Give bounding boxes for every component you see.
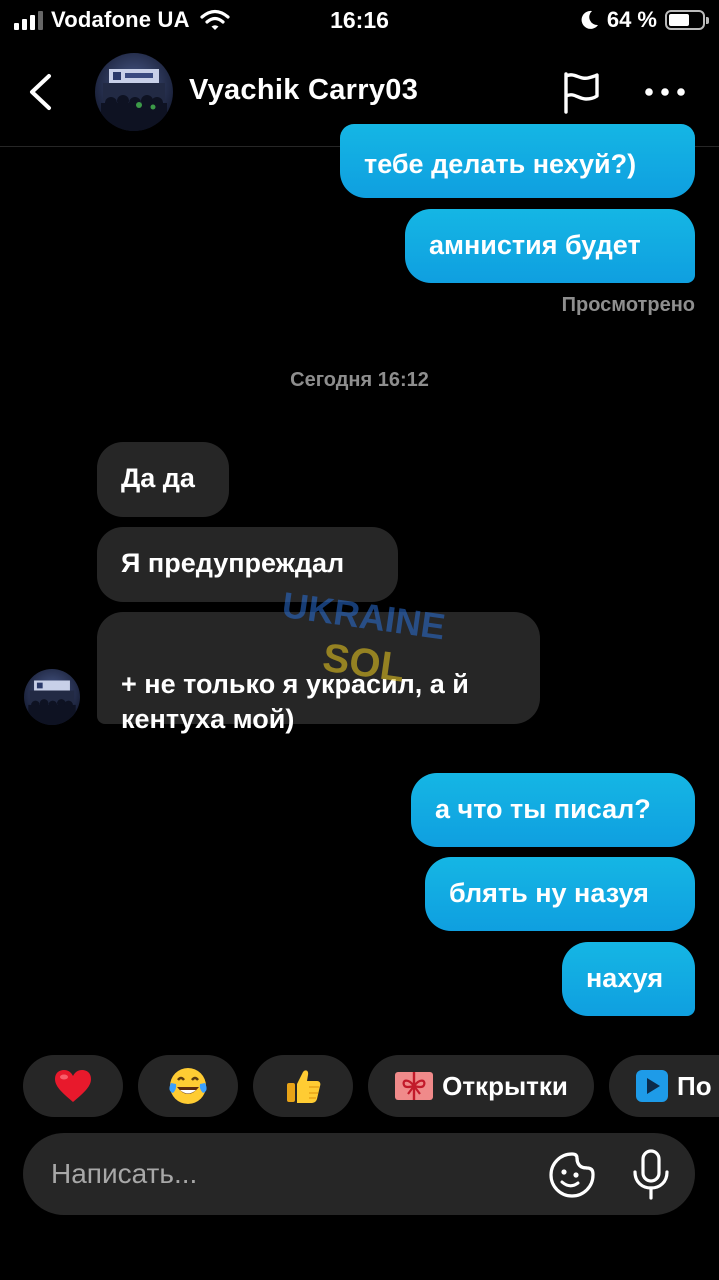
sender-avatar[interactable] <box>24 669 80 725</box>
message-bubble-incoming[interactable]: Да да <box>97 442 229 517</box>
back-chevron-icon[interactable] <box>22 70 62 114</box>
quick-reply-label: Открытки <box>442 1070 568 1101</box>
quick-reply-more[interactable]: По <box>609 1055 719 1117</box>
message-bubble-outgoing[interactable]: блять ну назуя <box>425 857 695 931</box>
play-icon <box>636 1070 668 1102</box>
contact-avatar[interactable] <box>95 53 173 131</box>
message-text: амнистия будет <box>429 230 641 260</box>
message-text: нахуя <box>586 963 664 993</box>
message-text: блять ну назуя <box>449 878 649 908</box>
message-text: тебе делать нехуй?) <box>364 149 637 179</box>
microphone-icon[interactable] <box>626 1148 676 1202</box>
message-text: Да да <box>121 463 195 493</box>
message-composer <box>23 1133 695 1215</box>
gift-card-icon <box>395 1072 434 1100</box>
quick-reply-laugh[interactable] <box>138 1055 238 1117</box>
quick-reply-heart[interactable] <box>23 1055 123 1117</box>
quick-reply-cards[interactable]: Открытки <box>368 1055 594 1117</box>
message-text: а что ты писал? <box>435 794 651 824</box>
message-bubble-outgoing[interactable]: а что ты писал? <box>411 773 695 847</box>
flag-icon[interactable] <box>558 70 604 116</box>
message-text: Я предупреждал <box>121 548 345 578</box>
more-dots-icon[interactable] <box>642 76 688 108</box>
status-right: 64 % <box>579 7 709 33</box>
battery-percent: 64 % <box>606 7 657 32</box>
message-bubble-incoming[interactable]: Я предупреждал <box>97 527 398 602</box>
date-separator: Сегодня 16:12 <box>290 369 429 391</box>
message-bubble-outgoing[interactable]: тебе делать нехуй?) <box>340 124 695 198</box>
message-text: + не только я украсил, а й кентуха мой) <box>121 669 469 734</box>
quick-reply-label: По <box>677 1070 712 1101</box>
thumbs-up-icon <box>287 1070 321 1103</box>
message-bubble-outgoing[interactable]: нахуя <box>562 942 695 1016</box>
seen-status: Просмотрено <box>561 294 695 316</box>
battery-icon <box>665 10 709 30</box>
contact-name[interactable]: Vyachik Carry03 <box>189 74 418 107</box>
red-heart-icon <box>55 1070 91 1102</box>
tears-of-joy-icon <box>169 1068 207 1104</box>
message-bubble-incoming[interactable]: + не только я украсил, а й кентуха мой) <box>97 612 540 734</box>
message-input[interactable] <box>49 1151 533 1197</box>
quick-reply-thumbs-up[interactable] <box>253 1055 353 1117</box>
moon-icon <box>581 10 598 29</box>
quick-replies-row: Открытки По <box>0 1055 719 1117</box>
status-bar: Vodafone UA 16:16 64 % <box>0 0 719 40</box>
sticker-icon[interactable] <box>547 1150 597 1200</box>
message-bubble-outgoing[interactable]: амнистия будет <box>405 209 695 283</box>
